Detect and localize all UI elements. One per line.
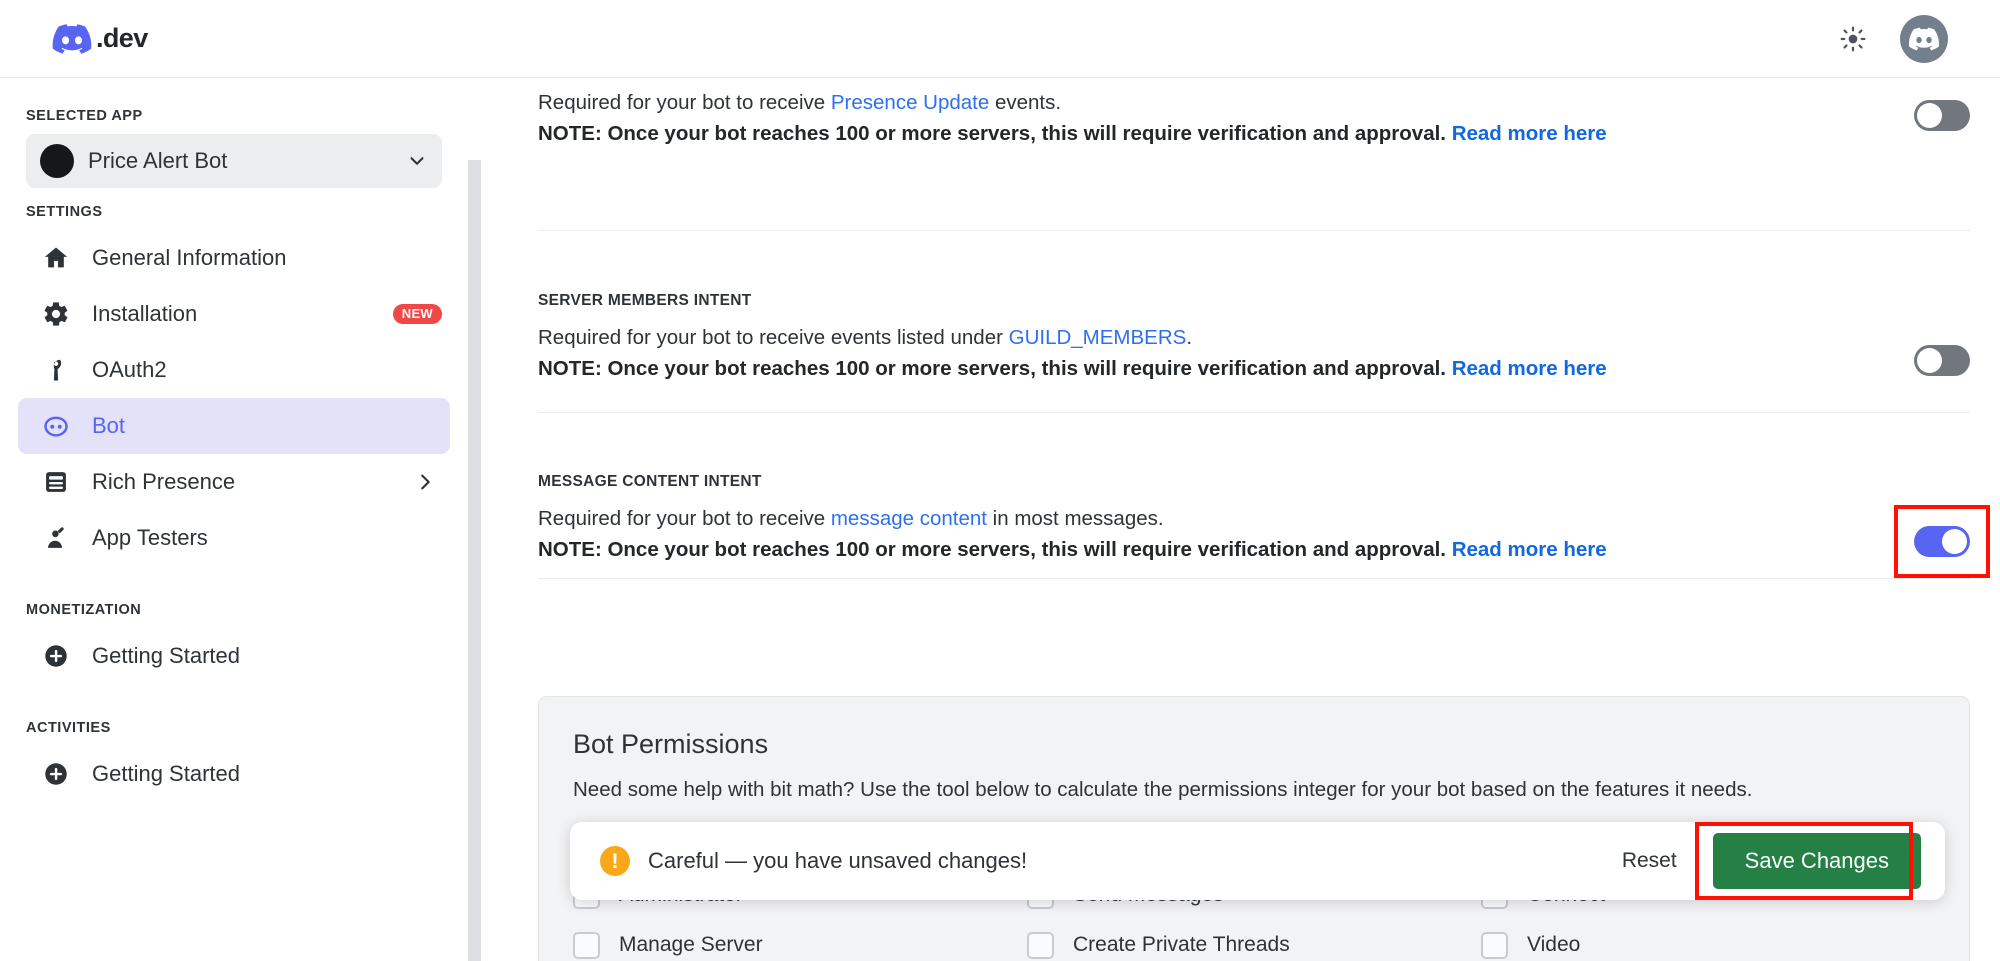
toggle-knob xyxy=(1917,103,1942,128)
permission-label: Video xyxy=(1527,933,1581,956)
guild-members-link[interactable]: GUILD_MEMBERS xyxy=(1009,326,1187,349)
sidebar-item-label: Bot xyxy=(92,413,126,438)
exclamation-icon: ! xyxy=(600,846,630,876)
selected-app-name: Price Alert Bot xyxy=(88,148,228,173)
intent-note: NOTE: Once your bot reaches 100 or more … xyxy=(538,535,2000,564)
scrollbar-thumb[interactable] xyxy=(468,160,481,961)
sidebar-item-oauth2[interactable]: OAuth2 xyxy=(18,342,450,398)
intent-label: SERVER MEMBERS INTENT xyxy=(538,292,752,309)
sidebar-section-activities-label: ACTIVITIES xyxy=(26,720,111,736)
server-members-intent-toggle[interactable] xyxy=(1914,345,1970,376)
gear-icon xyxy=(40,298,72,330)
intent-desc-pre: Required for your bot to receive xyxy=(538,507,831,530)
message-content-intent-toggle[interactable] xyxy=(1914,526,1970,557)
sidebar-item-bot[interactable]: Bot xyxy=(18,398,450,454)
plus-circle-icon xyxy=(40,758,72,790)
sidebar-item-label: Getting Started xyxy=(92,643,240,668)
permission-row[interactable]: Manage Server xyxy=(573,920,1027,961)
brand-logo[interactable]: .dev xyxy=(52,23,148,54)
permission-row[interactable]: Video xyxy=(1481,920,1935,961)
divider xyxy=(538,578,1970,579)
sidebar-item-label: Getting Started xyxy=(92,761,240,786)
read-more-link[interactable]: Read more here xyxy=(1452,538,1607,561)
permission-checkbox[interactable] xyxy=(1481,931,1508,959)
toggle-knob xyxy=(1942,529,1967,554)
intent-desc-post: events. xyxy=(989,91,1062,114)
intent-note-text: NOTE: Once your bot reaches 100 or more … xyxy=(538,357,1452,381)
intent-desc-post: . xyxy=(1186,326,1193,349)
intent-message-content: MESSAGE CONTENT INTENT Required for your… xyxy=(481,473,2000,578)
sidebar-item-label: Installation xyxy=(92,301,198,326)
intent-desc-post: in most messages. xyxy=(986,507,1164,530)
intent-presence: Required for your bot to receive Presenc… xyxy=(481,88,2000,148)
read-more-link[interactable]: Read more here xyxy=(1452,357,1607,380)
sidebar-item-general-information[interactable]: General Information xyxy=(18,230,450,286)
reset-button[interactable]: Reset xyxy=(1616,841,1683,881)
divider xyxy=(538,412,1970,413)
presence-update-link[interactable]: Presence Update xyxy=(831,91,989,114)
save-changes-button[interactable]: Save Changes xyxy=(1712,833,1921,889)
intent-desc-pre: Required for your bot to receive xyxy=(538,91,831,114)
sidebar-item-rich-presence[interactable]: Rich Presence xyxy=(18,454,450,510)
discord-logo-icon xyxy=(52,23,92,54)
permission-checkbox[interactable] xyxy=(1027,931,1054,959)
chevron-down-icon xyxy=(406,150,428,172)
permission-label: Manage Server xyxy=(619,933,763,956)
sidebar-section-monetization-label: MONETIZATION xyxy=(26,602,142,618)
sidebar-item-label: General Information xyxy=(92,245,287,270)
message-content-link[interactable]: message content xyxy=(831,507,987,530)
permission-checkbox[interactable] xyxy=(573,931,600,959)
toggle-knob xyxy=(1917,348,1942,373)
document-icon xyxy=(40,466,72,498)
divider xyxy=(538,230,1970,231)
selected-app-label: SELECTED APP xyxy=(26,108,143,124)
scrollbar-track[interactable] xyxy=(468,78,481,961)
intent-note-text: NOTE: Once your bot reaches 100 or more … xyxy=(538,122,1452,146)
sidebar: SELECTED APP Price Alert Bot SETTINGS Ge… xyxy=(0,78,468,961)
sidebar-item-label: Rich Presence xyxy=(92,469,236,494)
chevron-right-icon xyxy=(414,471,442,493)
selected-app-dropdown[interactable]: Price Alert Bot xyxy=(26,134,442,188)
unsaved-changes-bar: ! Careful — you have unsaved changes! Re… xyxy=(570,822,1945,900)
sidebar-item-monetization-getting-started[interactable]: Getting Started xyxy=(18,628,450,684)
intent-description: Required for your bot to receive events … xyxy=(538,323,2000,352)
permission-row[interactable]: Create Private Threads xyxy=(1027,920,1481,961)
sun-icon[interactable] xyxy=(1836,22,1870,56)
intent-note: NOTE: Once your bot reaches 100 or more … xyxy=(538,354,2000,383)
status-badge-new: NEW xyxy=(392,304,442,324)
bot-icon xyxy=(40,410,72,442)
intent-label: MESSAGE CONTENT INTENT xyxy=(538,473,762,490)
sidebar-section-settings-label: SETTINGS xyxy=(26,204,103,220)
app-avatar xyxy=(40,144,74,178)
sidebar-item-label: OAuth2 xyxy=(92,357,167,382)
intent-note: NOTE: Once your bot reaches 100 or more … xyxy=(538,119,2000,148)
person-raised-hand-icon xyxy=(40,522,72,554)
plus-circle-icon xyxy=(40,640,72,672)
home-icon xyxy=(40,242,72,274)
read-more-link[interactable]: Read more here xyxy=(1452,122,1607,145)
sidebar-item-label: App Testers xyxy=(92,525,208,550)
brand-text: .dev xyxy=(96,23,148,53)
permissions-subtitle: Need some help with bit math? Use the to… xyxy=(573,778,1753,801)
intent-desc-pre: Required for your bot to receive events … xyxy=(538,326,1009,349)
discord-avatar-icon[interactable] xyxy=(1900,14,1948,63)
unsaved-changes-message: Careful — you have unsaved changes! xyxy=(648,848,1028,873)
sidebar-item-activities-getting-started[interactable]: Getting Started xyxy=(18,746,450,802)
presence-intent-toggle[interactable] xyxy=(1914,100,1970,131)
intent-server-members: SERVER MEMBERS INTENT Required for your … xyxy=(481,292,2000,383)
sidebar-item-app-testers[interactable]: App Testers xyxy=(18,510,450,566)
wrench-icon xyxy=(40,354,72,386)
intent-description: Required for your bot to receive message… xyxy=(538,504,2000,533)
page-title: Bot Permissions xyxy=(573,729,769,759)
intent-note-text: NOTE: Once your bot reaches 100 or more … xyxy=(538,538,1452,562)
header-actions xyxy=(1836,14,1948,63)
permission-label: Create Private Threads xyxy=(1073,933,1290,956)
sidebar-item-installation[interactable]: Installation NEW xyxy=(18,286,450,342)
top-header-bar: .dev xyxy=(0,0,2000,78)
intent-description: Required for your bot to receive Presenc… xyxy=(538,88,2000,117)
